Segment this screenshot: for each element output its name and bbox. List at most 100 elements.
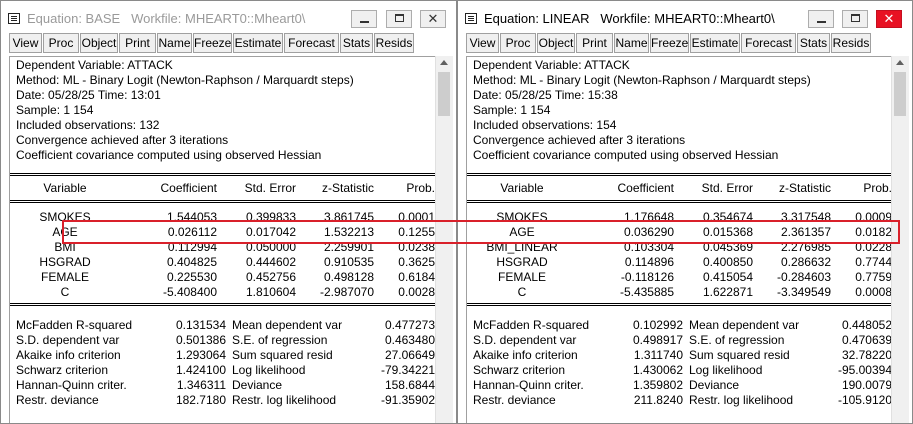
minimize-icon <box>817 21 826 23</box>
title-bar[interactable]: Equation: LINEAR Workfile: MHEART0::Mhea… <box>458 1 912 33</box>
column-header: Variable <box>500 181 544 195</box>
toolbar-button-stats[interactable]: Stats <box>340 33 373 53</box>
title-bar[interactable]: Equation: BASE Workfile: MHEART0::Mheart… <box>1 1 456 33</box>
column-header: Coefficient <box>617 181 674 195</box>
separator-line <box>10 173 435 176</box>
minimize-button[interactable] <box>808 10 834 28</box>
table-cell: 0.225530 <box>166 270 217 284</box>
close-button[interactable]: ✕ <box>420 10 446 28</box>
scroll-up-icon[interactable] <box>440 60 448 65</box>
toolbar-button-stats[interactable]: Stats <box>797 33 830 53</box>
column-header: z-Statistic <box>778 181 831 195</box>
age-row-highlight <box>62 220 900 244</box>
separator-line <box>467 173 891 176</box>
stat-cell: 0.448052 <box>841 318 891 332</box>
toolbar-button-object[interactable]: Object <box>537 33 575 53</box>
header-line: Included observations: 132 <box>16 118 160 132</box>
column-header: Prob. <box>406 181 435 195</box>
stat-cell: -79.34221 <box>380 363 435 377</box>
maximize-button[interactable] <box>842 10 868 28</box>
toolbar-button-proc[interactable]: Proc <box>43 33 79 53</box>
header-line: Date: 05/28/25 Time: 13:01 <box>16 88 161 102</box>
header-line: Coefficient covariance computed using ob… <box>16 148 322 162</box>
equation-window-icon[interactable] <box>465 13 477 24</box>
column-header: Variable <box>43 181 87 195</box>
header-line: Method: ML - Binary Logit (Newton-Raphso… <box>16 73 354 87</box>
header-line: Sample: 1 154 <box>16 103 94 117</box>
stat-cell: 1.424100 <box>175 363 226 377</box>
stat-cell: 0.498917 <box>632 333 683 347</box>
table-cell: 0.498128 <box>323 270 374 284</box>
table-cell: C <box>60 285 70 299</box>
stat-cell: 32.78220 <box>841 348 891 362</box>
equation-window-icon[interactable] <box>8 13 20 24</box>
close-button[interactable]: ✕ <box>876 10 902 28</box>
separator-line <box>10 303 435 306</box>
table-cell: 1.810604 <box>245 285 296 299</box>
maximize-button[interactable] <box>386 10 412 28</box>
toolbar-button-view[interactable]: View <box>466 33 499 53</box>
stat-cell: 1.430062 <box>632 363 683 377</box>
stat-cell: 1.346311 <box>176 378 226 392</box>
window-title: Equation: BASE Workfile: MHEART0::Mheart… <box>27 11 306 26</box>
table-cell: C <box>517 285 527 299</box>
table-cell: 0.452756 <box>245 270 296 284</box>
toolbar-button-estimate[interactable]: Estimate <box>690 33 740 53</box>
scroll-thumb[interactable] <box>438 72 450 116</box>
scroll-thumb[interactable] <box>894 72 906 116</box>
table-cell: -5.435885 <box>619 285 674 299</box>
maximize-icon <box>851 14 860 22</box>
header-line: Included observations: 154 <box>473 118 617 132</box>
header-line: Date: 05/28/25 Time: 15:38 <box>473 88 618 102</box>
header-line: Dependent Variable: ATTACK <box>473 58 630 72</box>
stat-cell: 0.102992 <box>632 318 683 332</box>
equation-window-base[interactable]: Equation: BASE Workfile: MHEART0::Mheart… <box>0 0 457 424</box>
equation-window-linear[interactable]: Equation: LINEAR Workfile: MHEART0::Mhea… <box>457 0 913 424</box>
toolbar-button-name[interactable]: Name <box>614 33 649 53</box>
minimize-button[interactable] <box>351 10 377 28</box>
table-cell: 0.0028 <box>398 285 435 299</box>
toolbar-button-view[interactable]: View <box>9 33 42 53</box>
stat-cell: 0.501386 <box>175 333 226 347</box>
header-line: Convergence achieved after 3 iterations <box>473 133 686 147</box>
table-cell: -0.118126 <box>620 270 674 284</box>
table-cell: -3.349549 <box>776 285 831 299</box>
table-cell: FEMALE <box>497 270 546 284</box>
toolbar-button-forecast[interactable]: Forecast <box>284 33 339 53</box>
table-cell: 0.415054 <box>702 270 753 284</box>
table-cell: 0.7759 <box>855 270 891 284</box>
table-cell: 1.622871 <box>702 285 753 299</box>
header-line: Convergence achieved after 3 iterations <box>16 133 229 147</box>
column-header: z-Statistic <box>321 181 374 195</box>
scroll-up-icon[interactable] <box>896 60 904 65</box>
stat-cell: 182.7180 <box>175 393 226 407</box>
stat-cell: 190.0079 <box>841 378 891 392</box>
table-cell: HSGRAD <box>39 255 91 269</box>
separator-line <box>467 303 891 306</box>
stat-cell: 1.311740 <box>633 348 683 362</box>
table-cell: 0.0008 <box>855 285 891 299</box>
window-title: Equation: LINEAR Workfile: MHEART0::Mhea… <box>484 11 775 26</box>
maximize-icon <box>395 14 404 22</box>
toolbar-button-freeze[interactable]: Freeze <box>650 33 689 53</box>
stat-cell: 27.06649 <box>384 348 435 362</box>
table-cell: 0.114896 <box>624 255 674 269</box>
toolbar-button-resids[interactable]: Resids <box>374 33 414 53</box>
toolbar-button-object[interactable]: Object <box>80 33 118 53</box>
toolbar-button-forecast[interactable]: Forecast <box>741 33 796 53</box>
table-cell: 0.3625 <box>398 255 435 269</box>
separator-line <box>467 200 891 203</box>
toolbar-button-print[interactable]: Print <box>576 33 613 53</box>
table-cell: -5.408400 <box>162 285 217 299</box>
separator-line <box>10 200 435 203</box>
toolbar-button-proc[interactable]: Proc <box>500 33 536 53</box>
header-line: Coefficient covariance computed using ob… <box>473 148 779 162</box>
toolbar-button-resids[interactable]: Resids <box>831 33 871 53</box>
toolbar-button-estimate[interactable]: Estimate <box>233 33 283 53</box>
table-cell: 0.400850 <box>702 255 753 269</box>
toolbar-button-print[interactable]: Print <box>119 33 156 53</box>
minimize-icon <box>360 21 369 23</box>
toolbar-button-name[interactable]: Name <box>157 33 192 53</box>
toolbar-button-freeze[interactable]: Freeze <box>193 33 232 53</box>
table-cell: 0.910535 <box>323 255 374 269</box>
